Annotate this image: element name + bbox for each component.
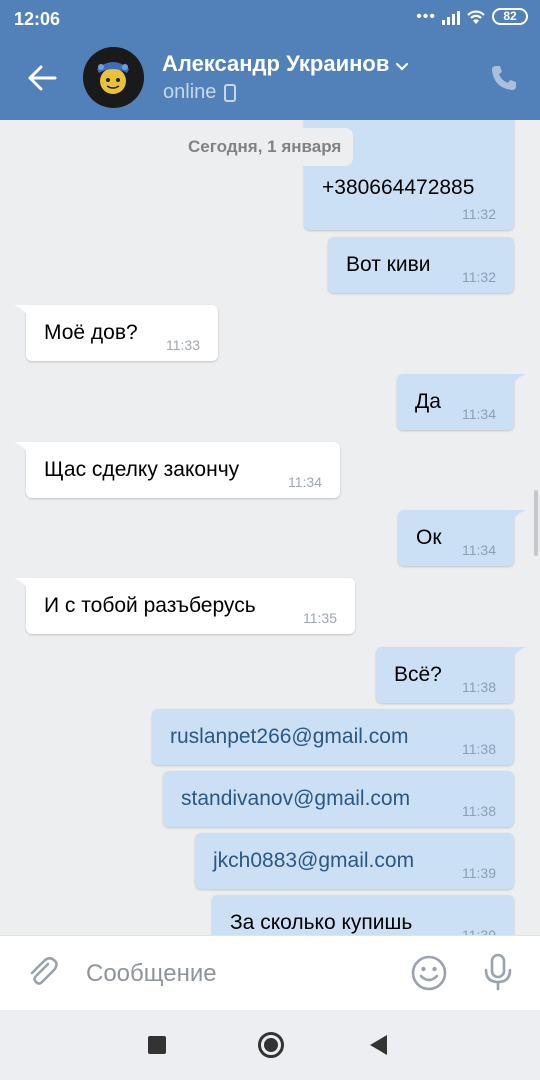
message-text: И с тобой разъберусь	[44, 594, 256, 617]
message-bubble-outgoing[interactable]: Всё? 11:38	[376, 647, 526, 703]
message-list[interactable]: Сегодня, 1 января +380664472885 11:32 Во…	[0, 120, 540, 935]
contact-name[interactable]: Александр Украинов	[162, 51, 409, 78]
notification-dots-icon: •••	[416, 7, 436, 25]
message-text: Ок	[416, 526, 442, 549]
message-input[interactable]	[86, 954, 386, 994]
bubble-tail-icon	[14, 442, 30, 456]
message-text: ruslanpet266@gmail.com	[170, 725, 409, 748]
attach-button[interactable]	[24, 954, 60, 990]
battery-indicator: 82	[492, 8, 528, 25]
message-bubble-outgoing[interactable]: За сколько купишь 11:39	[212, 895, 514, 935]
arrow-left-icon	[28, 65, 57, 91]
message-text: jkch0883@gmail.com	[213, 849, 415, 872]
message-bubble-outgoing[interactable]: Да 11:34	[397, 374, 526, 430]
status-icons: ••• 82	[416, 8, 528, 25]
system-nav-bar	[0, 1010, 540, 1080]
contact-name-text: Александр Украинов	[162, 51, 390, 76]
phone-icon	[492, 66, 516, 90]
mobile-device-icon	[224, 83, 237, 102]
smiley-icon	[411, 955, 447, 991]
chat-scrollbar[interactable]	[534, 490, 538, 556]
message-time: 11:35	[303, 610, 337, 626]
composer-bar	[0, 935, 540, 1010]
voice-message-button[interactable]	[482, 952, 514, 992]
message-bubble-outgoing[interactable]: jkch0883@gmail.com 11:39	[195, 833, 514, 889]
message-text: Да	[415, 390, 441, 413]
message-bubble-outgoing[interactable]: ruslanpet266@gmail.com 11:38	[152, 709, 514, 765]
message-text: За сколько купишь	[230, 911, 413, 934]
message-time: 11:33	[166, 337, 200, 353]
call-button[interactable]	[488, 62, 520, 94]
back-nav-button[interactable]	[370, 1035, 387, 1055]
message-text: Вот киви	[346, 253, 431, 276]
bubble-tail-icon	[510, 374, 526, 388]
message-text: Моё дов?	[44, 321, 138, 344]
home-circle-icon	[264, 1038, 278, 1052]
message-bubble-outgoing[interactable]: Ок 11:34	[398, 510, 526, 566]
home-nav-button[interactable]	[258, 1032, 284, 1058]
message-time: 11:34	[462, 542, 496, 558]
recents-nav-button[interactable]	[148, 1036, 166, 1054]
message-time: 11:38	[462, 741, 496, 757]
message-bubble-outgoing[interactable]: standivanov@gmail.com 11:38	[163, 771, 514, 827]
message-text: +380664472885	[322, 176, 475, 199]
message-time: 11:38	[462, 679, 496, 695]
signal-icon	[442, 9, 460, 25]
microphone-icon	[484, 953, 512, 991]
date-divider: Сегодня, 1 января	[176, 128, 354, 166]
message-bubble-outgoing[interactable]: Вот киви 11:32	[328, 237, 514, 293]
bubble-tail-icon	[510, 510, 526, 524]
avatar[interactable]	[83, 47, 144, 108]
back-button[interactable]	[22, 58, 62, 98]
message-bubble-incoming[interactable]: И с тобой разъберусь 11:35	[14, 578, 355, 634]
message-time: 11:39	[462, 927, 496, 935]
message-bubble-incoming[interactable]: Щас сделку закончу 11:34	[14, 442, 340, 498]
message-text: Щас сделку закончу	[44, 458, 240, 481]
contact-status: online	[163, 81, 237, 104]
emoji-button[interactable]	[410, 954, 448, 992]
message-bubble-incoming[interactable]: Моё дов? 11:33	[14, 305, 218, 361]
bubble-tail-icon	[14, 578, 30, 592]
status-time: 12:06	[14, 9, 61, 29]
message-text: Всё?	[394, 663, 442, 686]
message-time: 11:38	[462, 803, 496, 819]
wifi-icon	[467, 10, 485, 24]
message-time: 11:32	[462, 269, 496, 285]
chevron-down-icon[interactable]	[395, 52, 409, 78]
online-status-text: online	[163, 81, 217, 103]
chat-header: 12:06 ••• 82 Александр Украинов online	[0, 0, 540, 120]
status-bar: 12:06 ••• 82	[0, 0, 540, 38]
message-time: 11:34	[462, 406, 496, 422]
message-text: standivanov@gmail.com	[181, 787, 411, 810]
bubble-tail-icon	[14, 305, 30, 319]
message-time: 11:39	[462, 865, 496, 881]
message-time: 11:32	[462, 206, 496, 222]
message-time: 11:34	[288, 474, 322, 490]
avatar-image-icon	[83, 47, 144, 108]
paperclip-icon	[30, 956, 58, 985]
bubble-tail-icon	[510, 647, 526, 661]
